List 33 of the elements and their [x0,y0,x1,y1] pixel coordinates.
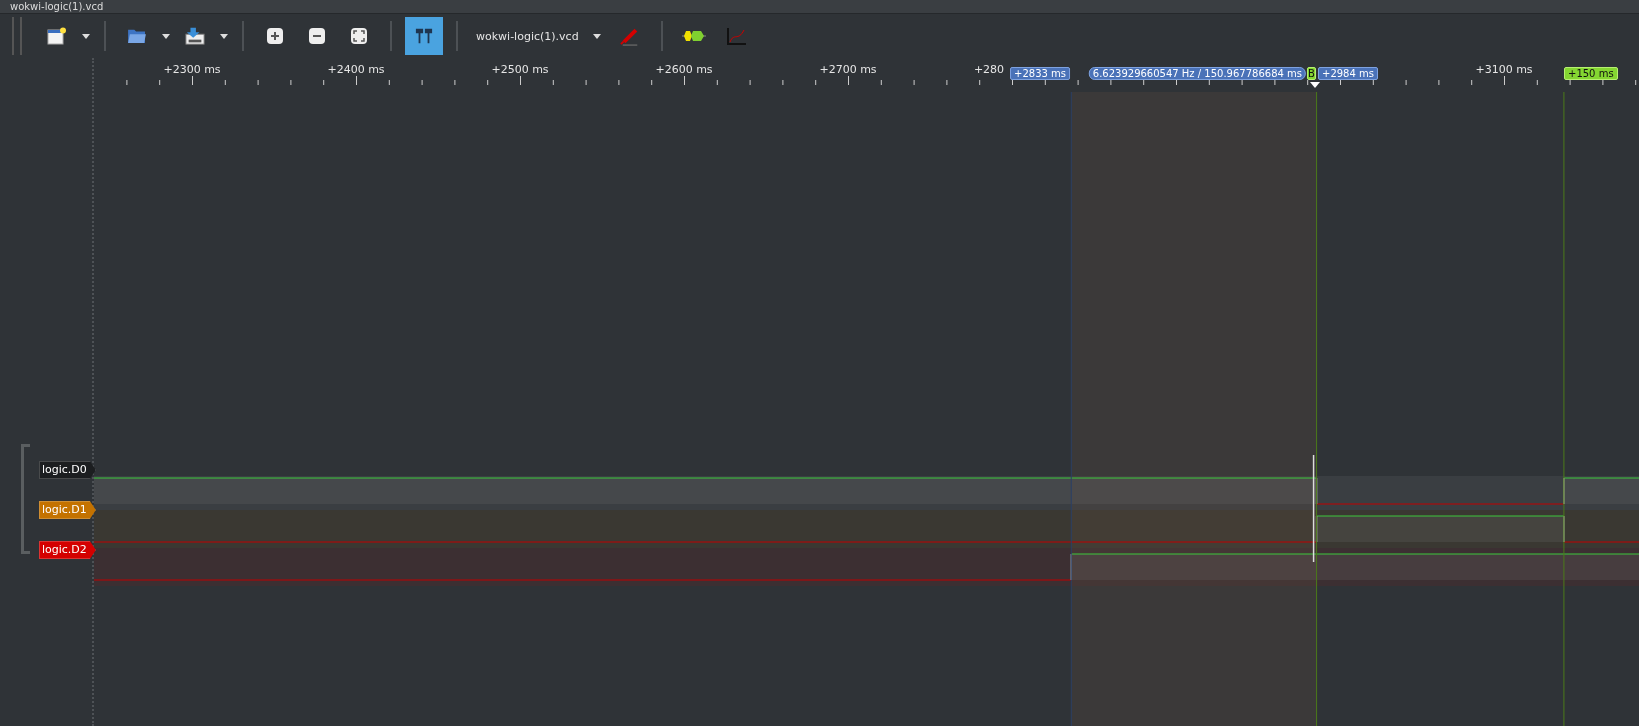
cursors-icon [414,27,434,45]
minus-icon [308,27,326,45]
signal-label[interactable]: logic.D0 [39,461,96,479]
time-label: +2600 ms [655,63,713,76]
cursor-handle-icon[interactable] [1310,82,1320,88]
window-title: wokwi-logic(1).vcd [10,0,104,13]
signal-label[interactable]: logic.D1 [39,501,96,519]
chart-icon [724,26,747,46]
plus-icon [266,27,284,45]
device-select[interactable]: wokwi-logic(1).vcd [468,25,609,47]
folder-icon [127,28,147,44]
cursors-toggle-button[interactable] [405,17,443,55]
save-icon [184,26,206,46]
time-label: +280 [973,63,1005,76]
marker-label[interactable]: +150 ms [1564,67,1618,80]
cursor-time-label[interactable]: +2833 ms [1010,67,1070,80]
decoder-icon [680,30,707,42]
caret-icon [592,33,601,39]
fit-icon [350,27,368,45]
time-label: +2700 ms [819,63,877,76]
time-label: +2400 ms [327,63,385,76]
time-label: +2300 ms [163,63,221,76]
caret-icon [82,33,90,39]
signal-label[interactable]: logic.D2 [39,541,96,559]
window-icon [47,27,67,45]
time-label: +3100 ms [1475,63,1533,76]
caret-icon [162,33,170,39]
toolbar-grip[interactable] [12,17,22,55]
cursor-tag[interactable]: B [1307,67,1316,80]
cursor-time-label[interactable]: +2984 ms [1318,67,1378,80]
time-label: +2500 ms [491,63,549,76]
caret-icon [220,33,228,39]
cursor-measurement-label[interactable]: 6.623929660547 Hz / 150.967786684 ms [1088,67,1306,80]
